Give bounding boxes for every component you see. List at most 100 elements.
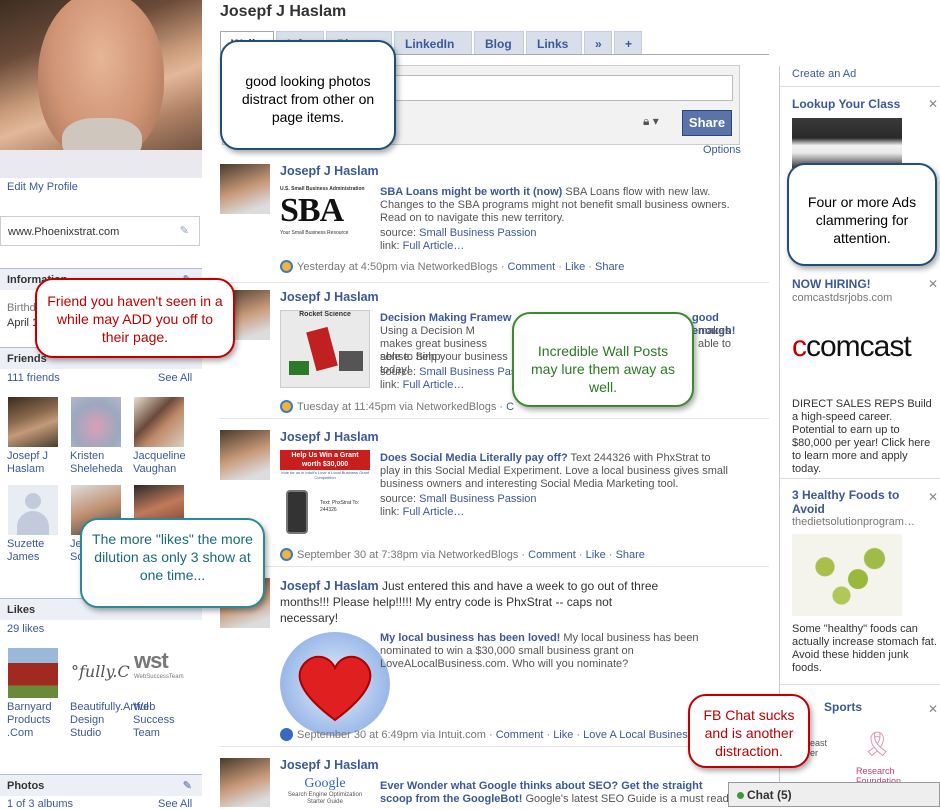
friend-photo-placeholder[interactable] xyxy=(8,485,58,535)
ad-title[interactable]: Lookup Your Class xyxy=(792,97,900,111)
share-link[interactable]: Share xyxy=(595,261,624,273)
poster-name[interactable]: Josepf J Haslam xyxy=(280,290,379,304)
post-body: My local business has been loved! My loc… xyxy=(380,632,699,670)
website-box: www.Phoenixstrat.com ✎ xyxy=(0,216,200,246)
tab-add[interactable]: + xyxy=(614,31,642,55)
like-link[interactable]: Like xyxy=(586,549,606,561)
lock-icon[interactable]: 🔒︎ ▾ xyxy=(643,114,659,129)
friend-name[interactable]: Suzette James xyxy=(7,538,65,564)
post-title[interactable]: SBA Loans might be worth it (now) xyxy=(380,186,562,198)
post-meta: Yesterday at 4:50pm via NetworkedBlogs ·… xyxy=(280,260,624,273)
post-meta: September 30 at 7:38pm via NetworkedBlog… xyxy=(280,548,645,561)
tab-blog[interactable]: Blog xyxy=(474,31,524,55)
callout-likes: The more "likes" the more dilution as on… xyxy=(80,518,265,608)
poster-name[interactable]: Josepf J Haslam xyxy=(280,579,379,593)
close-icon[interactable]: ✕ xyxy=(928,97,938,111)
like-link[interactable]: Like xyxy=(565,261,585,273)
poster-name[interactable]: Josepf J Haslam xyxy=(280,758,379,772)
tab-linkedin[interactable]: LinkedIn xyxy=(394,31,472,55)
sba-logo-image[interactable]: U.S. Small Business Administration SBA Y… xyxy=(280,186,370,256)
like-link[interactable]: Like xyxy=(553,729,573,741)
friends-count[interactable]: 111 friends xyxy=(7,372,60,384)
edit-profile-link[interactable]: Edit My Profile xyxy=(7,181,78,193)
intuit-icon xyxy=(280,728,293,741)
post-title[interactable]: Decision Making Framew xyxy=(380,312,511,324)
profile-name: Josepf J Haslam xyxy=(220,3,347,20)
post-title[interactable]: Does Social Media Literally pay off? xyxy=(380,452,568,464)
ad-text[interactable]: DIRECT SALES REPS Build a high-speed car… xyxy=(792,398,937,476)
close-icon[interactable]: ✕ xyxy=(928,490,938,504)
chat-bar[interactable]: Chat (5) xyxy=(728,782,940,807)
friends-see-all[interactable]: See All xyxy=(158,372,192,384)
friend-name[interactable]: Kristen Sheleheda xyxy=(70,450,128,476)
heart-image[interactable] xyxy=(280,632,390,736)
tab-links[interactable]: Links xyxy=(526,31,582,55)
post-body: Ever Wonder what Google thinks about SEO… xyxy=(380,780,729,805)
status-input[interactable] xyxy=(373,75,733,101)
poster-avatar[interactable] xyxy=(220,758,270,807)
ad-title[interactable]: NOW HIRING! xyxy=(792,277,871,291)
info-birth-value: April 1 xyxy=(7,317,39,329)
ad-text[interactable]: Some "healthy" foods can actually increa… xyxy=(792,623,937,675)
comment-link[interactable]: Comment xyxy=(508,261,556,273)
post-title[interactable]: My local business has been loved! xyxy=(380,632,560,644)
callout-wall: Incredible Wall Posts may lure them away… xyxy=(512,312,694,407)
chat-label: Chat (5) xyxy=(747,788,792,802)
share-link[interactable]: Share xyxy=(616,549,645,561)
heart-icon xyxy=(298,655,372,722)
callout-photos: good looking photos distract from other … xyxy=(220,40,396,150)
tab-more[interactable]: » xyxy=(584,31,612,55)
pencil-icon[interactable]: ✎ xyxy=(183,779,192,792)
like-barnyard-photo[interactable] xyxy=(8,648,58,698)
friend-photo[interactable] xyxy=(8,397,58,447)
options-link[interactable]: Options xyxy=(703,144,741,156)
post-link: link: Full Article… xyxy=(380,506,465,518)
grant-flyer-image[interactable]: Help Us Win a Grant worth $30,000 Vote f… xyxy=(280,450,370,545)
ad-cancer-logo[interactable]: east er 🎗︎ Research Foundation. xyxy=(810,733,904,788)
callout-ads: Four or more Ads clammering for attentio… xyxy=(787,163,937,266)
poster-name[interactable]: Josepf J Haslam xyxy=(280,430,379,444)
poster-avatar[interactable] xyxy=(220,430,270,480)
website-text[interactable]: www.Phoenixstrat.com xyxy=(8,226,119,238)
friend-photo[interactable] xyxy=(134,397,184,447)
poster-avatar[interactable] xyxy=(220,164,270,214)
post-source: source: Small Business Passion xyxy=(380,493,537,505)
poster-name[interactable]: Josepf J Haslam xyxy=(280,164,379,178)
comment-link[interactable]: Comment xyxy=(496,729,544,741)
section-photos: Photos ✎ xyxy=(0,774,202,796)
friend-name[interactable]: Josepf J Haslam xyxy=(7,450,65,476)
love-local-business-link[interactable]: Love A Local Business xyxy=(583,729,693,741)
ad-domain[interactable]: thedietsolutionprogram… xyxy=(792,516,915,528)
comcast-logo[interactable]: ccomcast xyxy=(792,330,912,364)
callout-friend: Friend you haven't seen in a while may A… xyxy=(35,278,235,358)
ad-domain[interactable]: comcastdsrjobs.com xyxy=(792,292,892,304)
rocket-science-image[interactable]: Rocket Science xyxy=(280,310,370,388)
like-wst-logo[interactable]: wst WebSuccessTeam xyxy=(134,648,184,698)
networkedblogs-icon xyxy=(280,260,293,273)
wall-post: Josepf J Haslam Google Search Engine Opt… xyxy=(220,758,769,807)
photos-see-all[interactable]: See All xyxy=(158,798,192,810)
create-ad-link[interactable]: Create an Ad xyxy=(792,68,856,80)
like-name[interactable]: Beautifully.Artful Design Studio xyxy=(70,701,149,740)
photos-count[interactable]: 1 of 3 albums xyxy=(7,798,73,810)
comment-link[interactable]: Comment xyxy=(528,549,576,561)
pencil-icon[interactable]: ✎ xyxy=(180,224,189,237)
info-birth-label: Birthd xyxy=(7,302,36,314)
like-name[interactable]: Web Success Team xyxy=(133,701,191,740)
friend-photo[interactable] xyxy=(71,397,121,447)
google-seo-guide-image[interactable]: Google Search Engine Optimization Starte… xyxy=(280,776,370,807)
friend-name[interactable]: Jacqueline Vaughan xyxy=(133,450,191,476)
ad-class-photo[interactable] xyxy=(792,118,902,168)
ad-food-photo[interactable] xyxy=(792,534,902,616)
likes-count[interactable]: 29 likes xyxy=(7,623,44,635)
share-button[interactable]: Share xyxy=(682,110,732,136)
close-icon[interactable]: ✕ xyxy=(928,277,938,291)
networkedblogs-icon xyxy=(280,400,293,413)
ad-title[interactable]: 3 Healthy Foods to Avoid xyxy=(792,488,922,516)
like-beautifully-logo[interactable]: °fully.C xyxy=(71,648,130,698)
ad-title[interactable]: Sports xyxy=(824,700,862,714)
post-link: link: Full Article… xyxy=(380,240,465,252)
profile-photo[interactable] xyxy=(0,0,202,178)
like-name[interactable]: Barnyard Products .Com xyxy=(7,701,65,740)
close-icon[interactable]: ✕ xyxy=(928,702,938,716)
